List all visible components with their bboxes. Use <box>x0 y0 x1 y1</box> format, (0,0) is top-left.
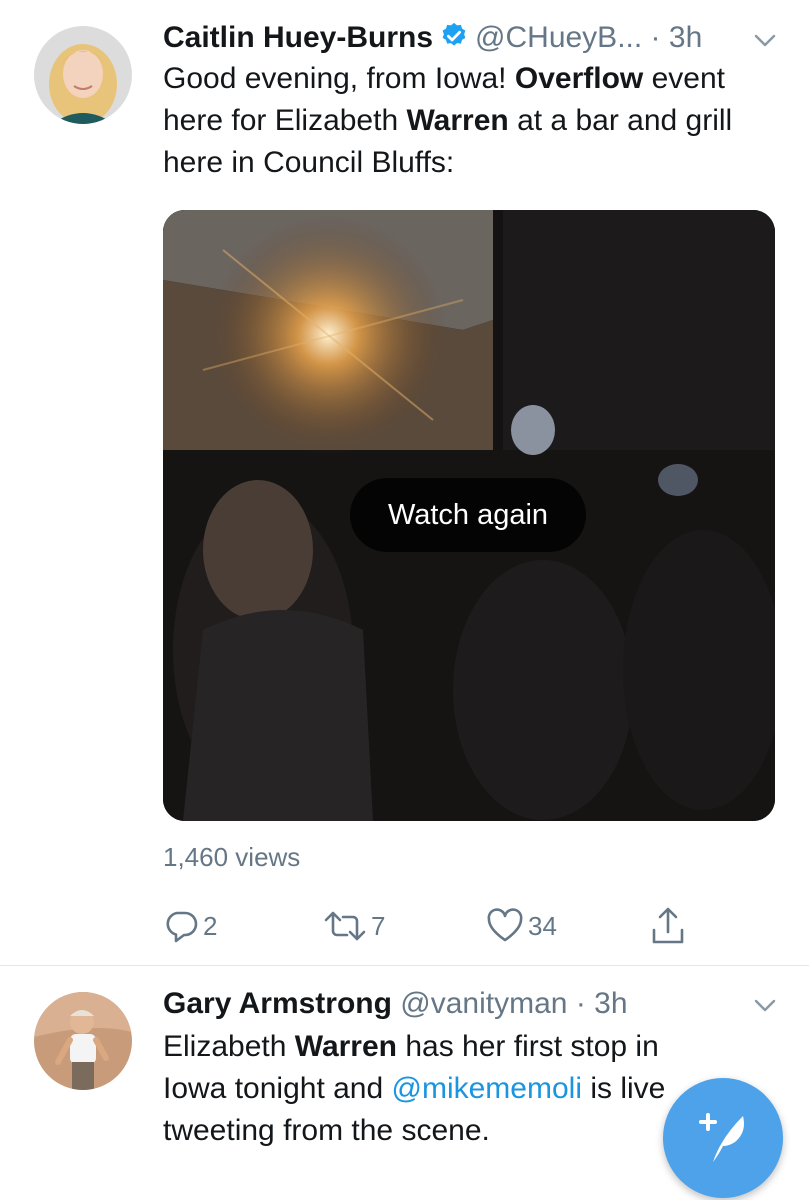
tweet-text-bold: Overflow <box>514 62 644 95</box>
tweet-text-bold: Warren <box>294 1030 397 1063</box>
reply-icon <box>166 911 198 943</box>
retweet-button[interactable]: 7 <box>323 906 385 946</box>
tweet-header: Caitlin Huey-Burns @CHueyB... · 3h <box>163 20 702 56</box>
separator-dot: · <box>650 21 661 54</box>
author-name[interactable]: Gary Armstrong <box>163 987 392 1020</box>
like-count: 34 <box>528 910 557 941</box>
avatar[interactable] <box>34 992 132 1090</box>
tweet-actions: 2 7 34 <box>163 906 723 946</box>
share-icon <box>652 907 684 944</box>
tweet-text-bold: Warren <box>406 104 509 137</box>
avatar-photo <box>34 26 132 124</box>
avatar-photo <box>34 992 132 1090</box>
author-handle[interactable]: @CHueyB... <box>475 21 642 54</box>
tweet-text-part: Elizabeth <box>163 1030 295 1063</box>
chevron-down-icon[interactable] <box>752 992 778 1018</box>
watch-again-button[interactable]: Watch again <box>350 478 586 552</box>
compose-tweet-button[interactable] <box>663 1078 783 1198</box>
author-handle[interactable]: @vanityman <box>400 987 567 1020</box>
tweet-text-part: Good evening, from Iowa! <box>163 62 515 95</box>
retweet-count: 7 <box>371 910 386 941</box>
like-button[interactable]: 34 <box>486 906 557 946</box>
author-name[interactable]: Caitlin Huey-Burns <box>163 21 433 54</box>
tweet-caitlin[interactable]: Caitlin Huey-Burns @CHueyB... · 3h Good e… <box>0 0 809 966</box>
retweet-icon <box>324 911 366 941</box>
video-player[interactable]: Watch again <box>163 210 775 821</box>
avatar[interactable] <box>34 26 132 124</box>
heart-icon <box>487 908 523 942</box>
tweet-header: Gary Armstrong @vanityman · 3h <box>163 986 628 1022</box>
view-count: 1,460 views <box>163 842 301 872</box>
timestamp[interactable]: 3h <box>594 987 627 1020</box>
tweet-text: Elizabeth Warren has her first stop in I… <box>163 1026 723 1152</box>
chevron-down-icon[interactable] <box>752 27 778 53</box>
tweet-text: Good evening, from Iowa! Overflow event … <box>163 58 783 184</box>
compose-tweet-icon <box>699 1113 744 1162</box>
verified-badge-icon <box>442 22 466 46</box>
mention-link[interactable]: @mikememoli <box>392 1072 582 1105</box>
reply-count: 2 <box>203 910 218 941</box>
reply-button[interactable]: 2 <box>163 906 217 946</box>
separator-dot: · <box>575 987 586 1020</box>
timestamp[interactable]: 3h <box>669 21 702 54</box>
share-button[interactable] <box>650 906 686 946</box>
